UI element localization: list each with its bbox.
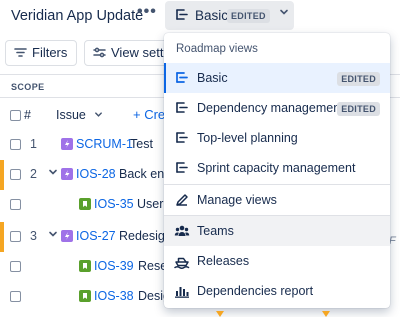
menu-item-manage-views[interactable]: Manage views [164,185,390,215]
chevron-down-icon [94,108,103,122]
epic-icon [61,138,73,150]
expand-chevron-icon[interactable] [48,167,58,180]
sprint-capacity-icon [174,160,190,181]
row-checkbox[interactable] [10,199,21,210]
ship-icon [174,253,190,274]
row-number: 3 [30,229,37,243]
roadmap-basic-icon [174,70,190,91]
dependency-icon [174,100,190,121]
filter-icon [14,46,27,61]
row-checkbox[interactable] [10,261,21,272]
more-actions-button[interactable]: ••• [137,3,157,21]
settings-sliders-icon [93,46,106,61]
row-checkbox[interactable] [10,231,21,242]
menu-item-label: Releases [197,254,250,268]
issue-key-link[interactable]: IOS-39 [94,259,134,273]
view-switcher-button[interactable]: Basic EDITED [165,1,294,30]
row-number: 2 [30,167,37,181]
row-highlight-bar [0,222,4,252]
scope-heading: SCOPE [11,82,45,92]
issue-key-link[interactable]: IOS-27 [76,229,116,243]
issue-summary: Test [130,137,153,151]
menu-heading: Roadmap views [176,43,258,55]
row-checkbox[interactable] [10,291,21,302]
title-bar: Veridian App Update ••• Basic EDITED [0,0,400,32]
issue-key-link[interactable]: SCRUM-1 [76,137,133,151]
edited-badge: EDITED [337,102,380,116]
timeline-marker [322,311,330,317]
menu-item-top-level-planning[interactable]: Top-level planning [164,123,390,153]
story-icon [79,260,91,272]
edited-badge: EDITED [337,72,380,86]
menu-item-label: Teams [197,224,234,238]
people-icon [174,223,190,244]
expand-chevron-icon[interactable] [48,229,58,242]
view-switcher-label: Basic [195,8,229,23]
plan-title: Veridian App Update [11,8,144,24]
story-icon [79,290,91,302]
column-header-issue[interactable]: Issue [56,108,103,122]
menu-item-label: Dependency management [197,101,344,115]
bar-chart-icon [174,283,190,304]
top-level-icon [174,130,190,151]
row-checkbox[interactable] [10,169,21,180]
select-all-checkbox[interactable] [10,110,21,121]
row-number: 1 [30,137,37,151]
menu-item-basic[interactable]: Basic EDITED [164,63,390,93]
epic-icon [61,230,73,242]
issue-summary: User [137,197,164,211]
menu-item-label: Sprint capacity management [197,161,356,175]
menu-item-label: Top-level planning [197,131,298,145]
menu-item-dependency-management[interactable]: Dependency management EDITED [164,93,390,123]
menu-item-label: Manage views [197,193,277,207]
column-header-number: # [24,108,31,122]
filters-label: Filters [32,45,68,60]
row-highlight-bar [0,160,4,190]
issue-key-link[interactable]: IOS-35 [94,197,134,211]
menu-item-sprint-capacity-management[interactable]: Sprint capacity management [164,153,390,183]
epic-icon [61,168,73,180]
issue-key-link[interactable]: IOS-28 [76,167,116,181]
menu-item-teams[interactable]: Teams [164,216,390,246]
story-icon [79,198,91,210]
roadmap-view-icon [174,7,190,28]
menu-item-label: Dependencies report [197,284,314,298]
menu-item-dependencies-report[interactable]: Dependencies report [164,276,390,306]
filters-button[interactable]: Filters [5,40,77,66]
roadmap-views-menu: Roadmap views Basic EDITED Dependency ma… [164,33,390,308]
chevron-down-icon [279,7,289,20]
issue-key-link[interactable]: IOS-38 [94,289,134,303]
menu-item-label: Basic [197,71,228,85]
edited-badge: EDITED [227,9,270,23]
timeline-marker [216,311,224,317]
menu-item-releases[interactable]: Releases [164,246,390,276]
pencil-icon [174,192,190,213]
row-checkbox[interactable] [10,139,21,150]
